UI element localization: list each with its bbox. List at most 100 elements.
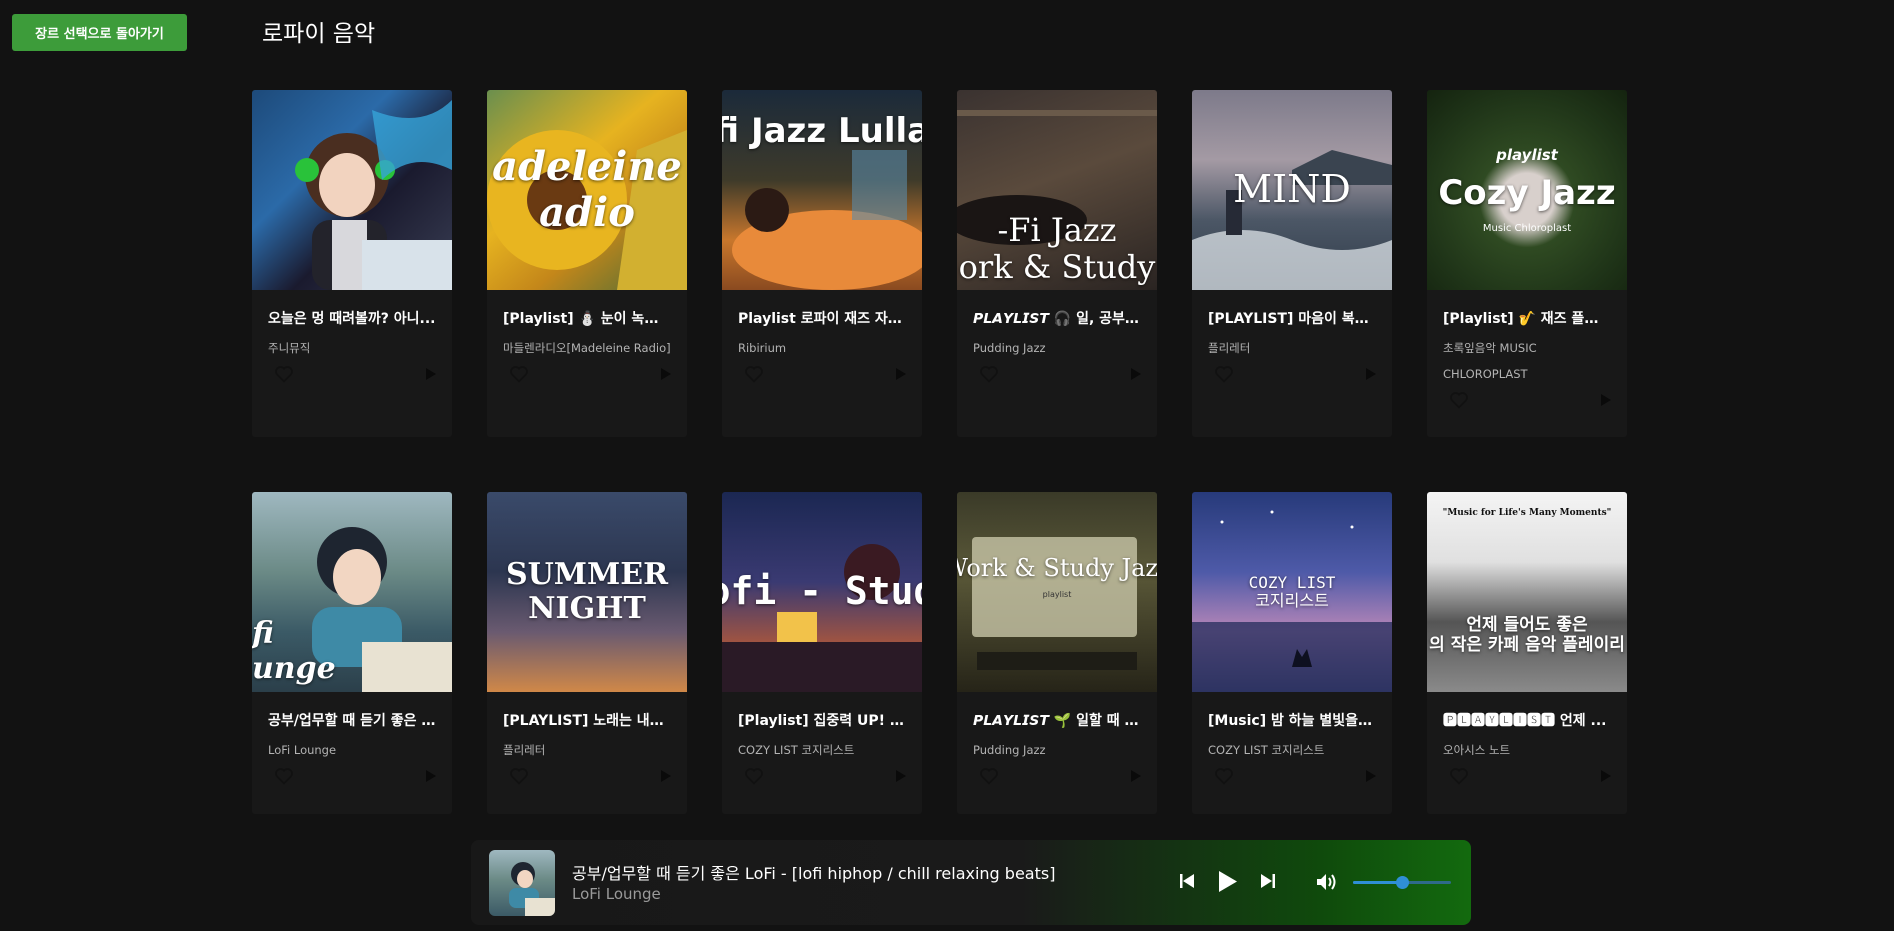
- heart-icon[interactable]: [1214, 767, 1234, 785]
- play-icon[interactable]: [1131, 368, 1141, 380]
- play-icon[interactable]: [1366, 770, 1376, 782]
- playlist-card[interactable]: fi Jazz Lulla Playlist 로파이 재즈 자장... Ribi…: [722, 90, 922, 437]
- card-title[interactable]: [Music] 밤 하늘 별빛을 보...: [1208, 710, 1376, 730]
- cover-image[interactable]: playlist Cozy Jazz Music Chloroplast: [1427, 90, 1627, 290]
- playlist-card[interactable]: -Fi Jazz ork & Study 𝙋𝙇𝘼𝙔𝙇𝙄𝙎𝙏 🎧 일, 공부할 .…: [957, 90, 1157, 437]
- playlist-grid-row-1: 오늘은 멍 때려볼까? 아니... 주니뮤직 adeleine adio [Pl…: [252, 90, 1627, 437]
- card-artist: 주니뮤직: [268, 341, 311, 355]
- cover-text: fi unge: [252, 616, 336, 686]
- heart-icon[interactable]: [1449, 767, 1469, 785]
- card-title[interactable]: [PLAYLIST] 마음이 복잡...: [1208, 308, 1376, 328]
- card-artist: Pudding Jazz: [973, 341, 1046, 355]
- skip-next-icon[interactable]: [1261, 874, 1275, 891]
- heart-icon[interactable]: [1449, 391, 1469, 409]
- playlist-card[interactable]: "Music for Life's Many Moments" 언제 들어도 좋…: [1427, 492, 1627, 814]
- playlist-card[interactable]: ofi - Stud [Playlist] 집중력 UP! 공부... COZY…: [722, 492, 922, 814]
- cover-image[interactable]: "Music for Life's Many Moments" 언제 들어도 좋…: [1427, 492, 1627, 692]
- card-title[interactable]: Playlist 로파이 재즈 자장...: [738, 308, 906, 328]
- play-icon[interactable]: [661, 368, 671, 380]
- cover-image[interactable]: MIND: [1192, 90, 1392, 290]
- cover-text: Work & Study Jazz: [957, 553, 1157, 582]
- page-title: 로파이 음악: [262, 21, 376, 47]
- volume-slider[interactable]: [1353, 876, 1451, 889]
- card-artist: COZY LIST 코지리스트: [738, 743, 855, 757]
- card-title[interactable]: [Playlist] 집중력 UP! 공부...: [738, 710, 906, 730]
- card-title[interactable]: 𝙋𝙇𝘼𝙔𝙇𝙄𝙎𝙏 🎧 일, 공부할 ...: [973, 308, 1141, 328]
- card-title[interactable]: [Playlist] ⛄ 눈이 녹고 봄...: [503, 308, 671, 328]
- volume-icon[interactable]: [1317, 873, 1337, 894]
- play-icon[interactable]: [896, 368, 906, 380]
- card-artist: Ribirium: [738, 341, 787, 355]
- volume-slider-fill: [1353, 881, 1402, 884]
- card-artist: 초록잎음악 MUSIC CHLOROPLAST: [1443, 341, 1537, 381]
- playlist-card[interactable]: COZY LIST 코지리스트 [Music] 밤 하늘 별빛을 보... CO…: [1192, 492, 1392, 814]
- cover-text: adeleine adio: [492, 143, 682, 236]
- card-artist: COZY LIST 코지리스트: [1208, 743, 1325, 757]
- cover-image[interactable]: ofi - Stud: [722, 492, 922, 692]
- play-icon[interactable]: [1219, 871, 1237, 895]
- cover-text: fi Jazz Lulla: [722, 111, 922, 151]
- now-playing-artist: LoFi Lounge: [572, 885, 661, 903]
- cover-image[interactable]: adeleine adio: [487, 90, 687, 290]
- heart-icon[interactable]: [979, 365, 999, 383]
- skip-previous-icon[interactable]: [1180, 874, 1194, 891]
- card-title[interactable]: 𝙋𝙇𝘼𝙔𝙇𝙄𝙎𝙏 🌱 일할 때 틀...: [973, 710, 1141, 730]
- playlist-card[interactable]: Work & Study Jazz playlist 𝙋𝙇𝘼𝙔𝙇𝙄𝙎𝙏 🌱 일할…: [957, 492, 1157, 814]
- playlist-grid-row-2: fi unge 공부/업무할 때 듣기 좋은 ... LoFi Lounge S…: [252, 492, 1627, 814]
- card-title[interactable]: 공부/업무할 때 듣기 좋은 ...: [268, 710, 436, 730]
- card-artist: Pudding Jazz: [973, 743, 1046, 757]
- heart-icon[interactable]: [1214, 365, 1234, 383]
- heart-icon[interactable]: [744, 767, 764, 785]
- cover-image[interactable]: COZY LIST 코지리스트: [1192, 492, 1392, 692]
- heart-icon[interactable]: [274, 365, 294, 383]
- card-artist: 마들렌라디오[Madeleine Radio]: [503, 341, 671, 355]
- card-title[interactable]: 🅿🅻🅰🆈🅻🅸🆂🆃 언제 ...: [1443, 710, 1611, 730]
- now-playing-bar: 공부/업무할 때 듣기 좋은 LoFi - [lofi hiphop / chi…: [471, 840, 1471, 925]
- card-artist: 오아시스 노트: [1443, 743, 1511, 757]
- playlist-card[interactable]: playlist Cozy Jazz Music Chloroplast [Pl…: [1427, 90, 1627, 437]
- play-icon[interactable]: [1131, 770, 1141, 782]
- playlist-card[interactable]: fi unge 공부/업무할 때 듣기 좋은 ... LoFi Lounge: [252, 492, 452, 814]
- anime-girl-headphones-art: [295, 100, 452, 290]
- volume-slider-thumb[interactable]: [1396, 876, 1409, 889]
- play-icon[interactable]: [426, 770, 436, 782]
- heart-icon[interactable]: [274, 767, 294, 785]
- cover-label: "Music for Life's Many Moments": [1442, 508, 1612, 518]
- cover-image[interactable]: Work & Study Jazz playlist: [957, 492, 1157, 692]
- cover-text: -Fi Jazz ork & Study: [958, 211, 1156, 287]
- cover-text: ofi - Stud: [722, 569, 922, 614]
- cover-image[interactable]: -Fi Jazz ork & Study: [957, 90, 1157, 290]
- card-title[interactable]: [Playlist] 🎷 재즈 플레이...: [1443, 308, 1611, 328]
- heart-icon[interactable]: [744, 365, 764, 383]
- heart-icon[interactable]: [979, 767, 999, 785]
- card-artist: 플리레터: [503, 743, 546, 757]
- playlist-card[interactable]: SUMMER NIGHT [PLAYLIST] 노래는 내가 ... 플리레터: [487, 492, 687, 814]
- play-icon[interactable]: [661, 770, 671, 782]
- cover-text: MIND: [1233, 167, 1351, 212]
- play-icon[interactable]: [426, 368, 436, 380]
- heart-icon[interactable]: [509, 767, 529, 785]
- play-icon[interactable]: [1601, 394, 1611, 406]
- cover-text: SUMMER NIGHT: [505, 556, 669, 626]
- cover-image[interactable]: SUMMER NIGHT: [487, 492, 687, 692]
- cover-text: Cozy Jazz: [1438, 172, 1616, 213]
- cover-image[interactable]: fi Jazz Lulla: [722, 90, 922, 290]
- cover-label: Music Chloroplast: [1482, 223, 1572, 235]
- card-title[interactable]: [PLAYLIST] 노래는 내가 ...: [503, 710, 671, 730]
- studying-girl-art: [509, 862, 555, 916]
- playlist-card[interactable]: MIND [PLAYLIST] 마음이 복잡... 플리레터: [1192, 90, 1392, 437]
- cover-image[interactable]: fi unge: [252, 492, 452, 692]
- now-playing-cover: [489, 850, 555, 916]
- back-to-genre-button[interactable]: 장르 선택으로 돌아가기: [12, 14, 187, 51]
- cover-text: 언제 들어도 좋은 의 작은 카페 음악 플레이리: [1429, 615, 1625, 655]
- playlist-card[interactable]: adeleine adio [Playlist] ⛄ 눈이 녹고 봄... 마들…: [487, 90, 687, 437]
- play-icon[interactable]: [1366, 368, 1376, 380]
- cover-label: playlist: [1496, 145, 1558, 164]
- card-artist: 플리레터: [1208, 341, 1251, 355]
- heart-icon[interactable]: [509, 365, 529, 383]
- cover-image[interactable]: [252, 90, 452, 290]
- play-icon[interactable]: [896, 770, 906, 782]
- play-icon[interactable]: [1601, 770, 1611, 782]
- playlist-card[interactable]: 오늘은 멍 때려볼까? 아니... 주니뮤직: [252, 90, 452, 437]
- card-title[interactable]: 오늘은 멍 때려볼까? 아니...: [268, 308, 436, 328]
